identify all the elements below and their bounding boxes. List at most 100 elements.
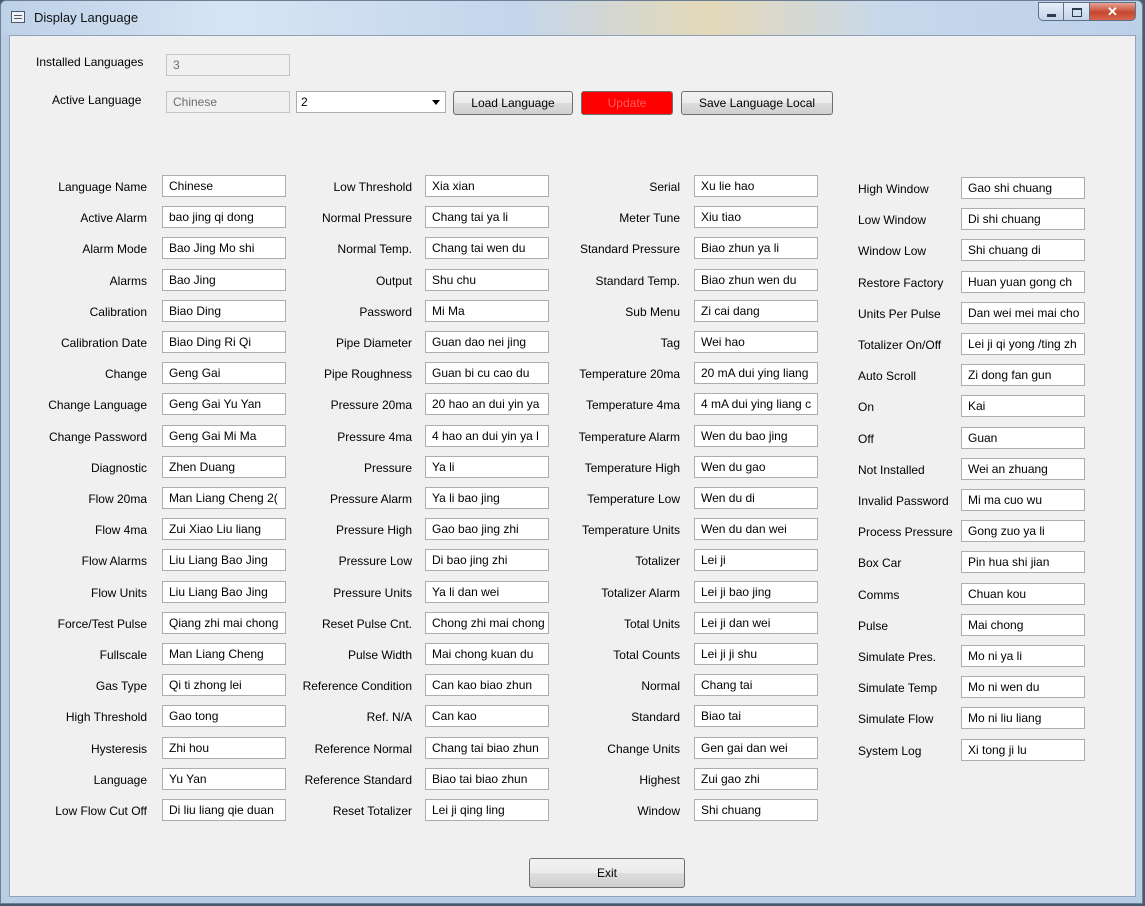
translation-input[interactable]: Mi Ma bbox=[425, 299, 549, 322]
translation-input[interactable]: Liu Liang Bao Jing bbox=[162, 580, 286, 603]
translation-input[interactable]: Zi dong fan gun bbox=[961, 364, 1085, 387]
translation-input[interactable]: Lei ji bbox=[694, 549, 818, 572]
translation-input[interactable]: Wei an zhuang bbox=[961, 457, 1085, 480]
translation-input[interactable]: Xi tong ji lu bbox=[961, 738, 1085, 761]
translation-input[interactable]: Gao tong bbox=[162, 705, 286, 728]
translation-input[interactable]: Mai chong bbox=[961, 613, 1085, 636]
translation-input[interactable]: Dan wei mei mai cho bbox=[961, 301, 1085, 324]
field-label: Alarms bbox=[109, 273, 147, 288]
translation-input[interactable]: Lei ji dan wei bbox=[694, 611, 818, 634]
translation-input[interactable]: Mo ni ya li bbox=[961, 645, 1085, 667]
translation-input[interactable]: Guan dao nei jing bbox=[425, 331, 549, 353]
translation-input[interactable]: Wei hao bbox=[694, 331, 818, 353]
translation-input[interactable]: Liu Liang Bao Jing bbox=[162, 549, 286, 572]
language-select[interactable]: 2 bbox=[296, 91, 446, 113]
translation-input[interactable]: Geng Gai Yu Yan bbox=[162, 393, 286, 416]
translation-input[interactable]: Xia xian bbox=[425, 175, 549, 197]
translation-input[interactable]: Lei ji bao jing bbox=[694, 580, 818, 603]
translation-input[interactable]: Shu chu bbox=[425, 268, 549, 291]
translation-input[interactable]: Huan yuan gong ch bbox=[961, 270, 1085, 293]
translation-input[interactable]: 4 hao an dui yin ya l bbox=[425, 424, 549, 447]
translation-input[interactable]: 20 mA dui ying liang bbox=[694, 362, 818, 385]
translation-input[interactable]: Wen du dan wei bbox=[694, 518, 818, 541]
translation-input[interactable]: Lei ji qing ling bbox=[425, 799, 549, 821]
translation-input[interactable]: Man Liang Cheng bbox=[162, 643, 286, 665]
translation-input[interactable]: Chuan kou bbox=[961, 582, 1085, 605]
translation-input[interactable]: Zui gao zhi bbox=[694, 767, 818, 790]
translation-input[interactable]: Di bao jing zhi bbox=[425, 549, 549, 572]
translation-input[interactable]: Zi cai dang bbox=[694, 299, 818, 322]
field-label: Alarm Mode bbox=[82, 242, 147, 257]
translation-input[interactable]: Chang tai wen du bbox=[425, 237, 549, 260]
translation-input[interactable]: Wen du bao jing bbox=[694, 424, 818, 447]
translation-input[interactable]: Mo ni wen du bbox=[961, 676, 1085, 699]
translation-input[interactable]: Guan bbox=[961, 426, 1085, 449]
translation-input[interactable]: Xu lie hao bbox=[694, 175, 818, 197]
translation-input[interactable]: Biao Ding bbox=[162, 299, 286, 322]
translation-input[interactable]: Biao tai bbox=[694, 705, 818, 728]
translation-input[interactable]: Chang tai bbox=[694, 674, 818, 697]
translation-input[interactable]: Geng Gai bbox=[162, 362, 286, 385]
translation-input[interactable]: 4 mA dui ying liang c bbox=[694, 393, 818, 416]
translation-input[interactable]: Gao shi chuang bbox=[961, 177, 1085, 199]
translation-input[interactable]: Xiu tiao bbox=[694, 206, 818, 229]
translation-input[interactable]: Ya li bao jing bbox=[425, 487, 549, 509]
load-language-button[interactable]: Load Language bbox=[453, 91, 573, 115]
translation-input[interactable]: Zhen Duang bbox=[162, 455, 286, 478]
translation-input[interactable]: Lei ji qi yong /ting zh bbox=[961, 333, 1085, 355]
translation-input[interactable]: Guan bi cu cao du bbox=[425, 362, 549, 385]
translation-input[interactable]: Biao zhun wen du bbox=[694, 268, 818, 291]
translation-input[interactable]: Geng Gai Mi Ma bbox=[162, 424, 286, 447]
translation-input[interactable]: Kai bbox=[961, 395, 1085, 418]
translation-input[interactable]: Zhi hou bbox=[162, 736, 286, 759]
translation-input[interactable]: Chong zhi mai chong bbox=[425, 611, 549, 634]
translation-input[interactable]: Qi ti zhong lei bbox=[162, 674, 286, 697]
translation-input[interactable]: Wen du gao bbox=[694, 455, 818, 478]
translation-input[interactable]: Mi ma cuo wu bbox=[961, 489, 1085, 511]
window-menu-icon[interactable] bbox=[11, 11, 25, 23]
translation-input[interactable]: Mai chong kuan du bbox=[425, 643, 549, 665]
translation-input[interactable]: Zui Xiao Liu liang bbox=[162, 518, 286, 541]
translation-input[interactable]: Man Liang Cheng 2( bbox=[162, 487, 286, 509]
title-bar[interactable]: Display Language ✕ bbox=[1, 1, 1142, 35]
translation-input[interactable]: Wen du di bbox=[694, 487, 818, 509]
translation-input[interactable]: Lei ji ji shu bbox=[694, 643, 818, 665]
translation-input[interactable]: Gao bao jing zhi bbox=[425, 518, 549, 541]
minimize-button[interactable] bbox=[1038, 2, 1064, 21]
translation-input[interactable]: Chang tai ya li bbox=[425, 206, 549, 229]
translation-input[interactable]: bao jing qi dong bbox=[162, 206, 286, 229]
translation-input[interactable]: Biao tai biao zhun bbox=[425, 767, 549, 790]
maximize-button[interactable] bbox=[1064, 2, 1090, 21]
close-button[interactable]: ✕ bbox=[1090, 2, 1136, 21]
field-label: Normal Temp. bbox=[337, 242, 412, 257]
translation-input[interactable]: Di liu liang qie duan bbox=[162, 799, 286, 821]
form-client-area: Installed Languages 3 Active Language Ch… bbox=[9, 35, 1136, 897]
field-label: Standard Pressure bbox=[579, 242, 680, 257]
translation-input[interactable]: Bao Jing Mo shi bbox=[162, 237, 286, 260]
save-language-local-button[interactable]: Save Language Local bbox=[681, 91, 833, 115]
active-language-label: Active Language bbox=[52, 93, 142, 107]
translation-input[interactable]: Ya li dan wei bbox=[425, 580, 549, 603]
translation-input[interactable]: Qiang zhi mai chong bbox=[162, 611, 286, 634]
translation-input[interactable]: Di shi chuang bbox=[961, 208, 1085, 231]
translation-input[interactable]: Can kao bbox=[425, 705, 549, 728]
translation-input[interactable]: Shi chuang bbox=[694, 799, 818, 821]
translation-input[interactable]: Can kao biao zhun bbox=[425, 674, 549, 697]
update-button[interactable]: Update bbox=[581, 91, 673, 115]
translation-input[interactable]: 20 hao an dui yin ya bbox=[425, 393, 549, 416]
chevron-down-icon[interactable] bbox=[432, 100, 440, 105]
translation-input[interactable]: Bao Jing bbox=[162, 268, 286, 291]
translation-input[interactable]: Ya li bbox=[425, 455, 549, 478]
translation-input[interactable]: Gen gai dan wei bbox=[694, 736, 818, 759]
field-label: Reference Condition bbox=[302, 679, 412, 694]
exit-button[interactable]: Exit bbox=[529, 858, 685, 888]
translation-input[interactable]: Biao zhun ya li bbox=[694, 237, 818, 260]
translation-input[interactable]: Shi chuang di bbox=[961, 239, 1085, 262]
translation-input[interactable]: Biao Ding Ri Qi bbox=[162, 331, 286, 353]
translation-input[interactable]: Mo ni liu liang bbox=[961, 707, 1085, 730]
translation-input[interactable]: Chinese bbox=[162, 175, 286, 197]
translation-input[interactable]: Chang tai biao zhun bbox=[425, 736, 549, 759]
translation-input[interactable]: Pin hua shi jian bbox=[961, 551, 1085, 574]
translation-input[interactable]: Gong zuo ya li bbox=[961, 520, 1085, 543]
translation-input[interactable]: Yu Yan bbox=[162, 767, 286, 790]
